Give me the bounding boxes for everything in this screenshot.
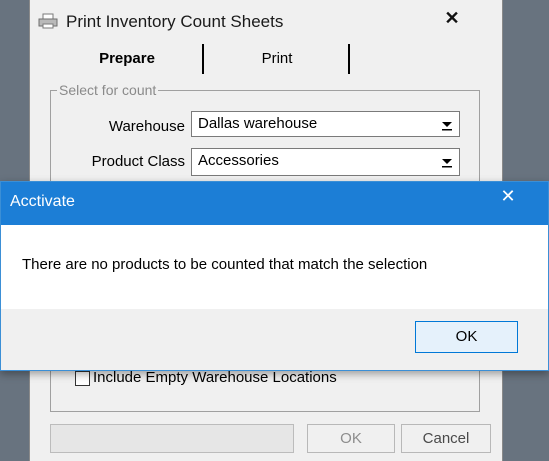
progress-bar — [50, 424, 294, 453]
dialog-ok-button[interactable]: OK — [415, 321, 518, 353]
group-label: Select for count — [57, 82, 159, 98]
ok-button[interactable]: OK — [307, 424, 395, 453]
warehouse-value: Dallas warehouse — [198, 115, 318, 132]
printer-icon — [38, 13, 58, 29]
close-icon[interactable]: ✕ — [442, 8, 462, 29]
product-class-select[interactable]: Accessories — [191, 148, 460, 176]
product-class-label: Product Class — [91, 153, 185, 170]
warehouse-label: Warehouse — [108, 118, 185, 135]
include-empty-locations-label: Include Empty Warehouse Locations — [93, 369, 337, 386]
tab-print[interactable]: Print — [206, 44, 350, 74]
window-title: Print Inventory Count Sheets — [66, 12, 284, 31]
message-dialog: Acctivate ✕ There are no products to be … — [0, 181, 549, 371]
product-class-value: Accessories — [198, 152, 279, 169]
warehouse-select[interactable]: Dallas warehouse — [191, 111, 460, 137]
tab-prepare[interactable]: Prepare — [52, 44, 204, 74]
chevron-down-icon[interactable] — [441, 119, 453, 131]
include-empty-locations-checkbox[interactable] — [75, 371, 90, 386]
dialog-titlebar: Acctivate ✕ — [1, 182, 548, 225]
dialog-message: There are no products to be counted that… — [22, 256, 428, 273]
close-icon[interactable]: ✕ — [498, 186, 518, 207]
cancel-button[interactable]: Cancel — [401, 424, 491, 453]
chevron-down-icon[interactable] — [441, 156, 453, 168]
window-titlebar: Print Inventory Count Sheets ✕ — [30, 0, 502, 42]
dialog-title: Acctivate — [10, 193, 75, 210]
